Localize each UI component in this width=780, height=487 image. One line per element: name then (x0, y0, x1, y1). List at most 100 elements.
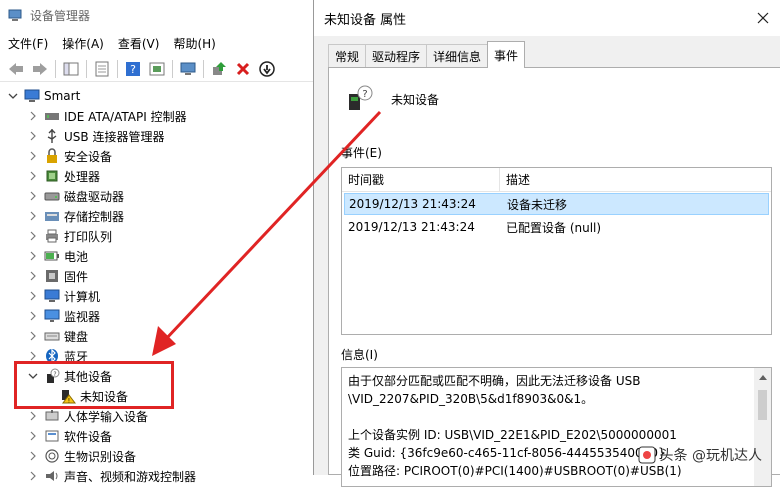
menu-action[interactable]: 操作(A) (62, 35, 104, 52)
chevron-right-icon[interactable] (26, 229, 40, 243)
device-header: ? 未知设备 (343, 84, 439, 114)
chevron-right-icon[interactable] (26, 249, 40, 263)
events-tab-panel: ? 未知设备 事件(E) 时间戳 描述 2019/12/13 21:43:24 … (328, 67, 780, 487)
tree-item-row[interactable]: 处理器 (26, 166, 100, 186)
column-header-description[interactable]: 描述 (500, 168, 530, 191)
show-hidden-icon[interactable] (147, 59, 167, 79)
chevron-right-icon[interactable] (26, 169, 40, 183)
ide-icon (44, 108, 60, 124)
tree-item-row[interactable]: 键盘 (26, 326, 88, 346)
back-arrow-icon[interactable] (6, 59, 26, 79)
tree-root-label: Smart (44, 89, 81, 103)
forward-arrow-icon[interactable] (30, 59, 50, 79)
tree-item-row[interactable]: USB 连接器管理器 (26, 126, 164, 146)
info-line: \VID_2207&PID_320B\5&d1f8903&0&1。 (348, 392, 594, 406)
chevron-right-icon[interactable] (26, 149, 40, 163)
tree-item-label: 声音、视频和游戏控制器 (64, 469, 197, 484)
event-description: 已配置设备 (null) (506, 220, 602, 235)
tree-item-label: 计算机 (64, 289, 101, 304)
svg-text:?: ? (362, 89, 367, 100)
chevron-down-icon[interactable] (6, 89, 20, 103)
chevron-right-icon[interactable] (26, 209, 40, 223)
uninstall-device-icon[interactable] (233, 59, 253, 79)
watermark: 头条 @玩机达人 (638, 445, 762, 465)
scroll-up-icon[interactable] (754, 368, 771, 385)
watermark-text: 头条 @玩机达人 (659, 448, 762, 464)
chevron-right-icon[interactable] (26, 109, 40, 123)
event-row[interactable]: 2019/12/13 21:43:24 设备未迁移 (344, 193, 769, 215)
events-table-header: 时间戳 描述 (342, 168, 771, 192)
tree-item-row[interactable]: 计算机 (26, 286, 100, 306)
tree-item-label: 监视器 (64, 309, 101, 324)
scroll-thumb[interactable] (758, 390, 767, 420)
tree-item-row[interactable]: 固件 (26, 266, 88, 286)
chevron-right-icon[interactable] (26, 189, 40, 203)
tree-item-label: 电池 (64, 249, 89, 264)
chevron-right-icon[interactable] (26, 409, 40, 423)
info-scrollbar[interactable] (754, 368, 771, 486)
event-row[interactable]: 2019/12/13 21:43:24 已配置设备 (null) (344, 216, 769, 238)
chevron-right-icon[interactable] (26, 469, 40, 483)
tab-details[interactable]: 详细信息 (426, 44, 489, 68)
tab-driver[interactable]: 驱动程序 (365, 44, 428, 68)
close-button[interactable] (752, 8, 774, 28)
info-line: 上个设备实例 ID: USB\VID_22E1&PID_E202\5000000… (348, 428, 677, 442)
tree-item-row[interactable]: 打印队列 (26, 226, 112, 246)
battery-icon (44, 248, 60, 264)
event-time: 2019/12/13 21:43:24 (349, 197, 476, 211)
toolbar-separator (55, 59, 56, 78)
tree-item-row[interactable]: 安全设备 (26, 146, 112, 166)
device-manager-app-icon (8, 9, 22, 21)
chevron-right-icon[interactable] (26, 309, 40, 323)
tree-item-row[interactable]: 电池 (26, 246, 88, 266)
scan-hardware-icon[interactable] (178, 59, 198, 79)
tree-item-label: 打印队列 (64, 229, 113, 244)
tab-general[interactable]: 常规 (328, 44, 367, 68)
tree-item-label: 存储控制器 (64, 209, 125, 224)
console-tree-icon[interactable] (61, 59, 81, 79)
chevron-right-icon[interactable] (26, 289, 40, 303)
help-icon[interactable]: ? (123, 59, 143, 79)
event-time: 2019/12/13 21:43:24 (348, 220, 475, 234)
tree-item-row[interactable]: 监视器 (26, 306, 100, 326)
tree-item-label: IDE ATA/ATAPI 控制器 (64, 109, 187, 124)
disable-device-icon[interactable] (257, 59, 277, 79)
security-device-icon (44, 148, 60, 164)
info-line: 由于仅部分匹配或匹配不明确，因此无法迁移设备 USB (348, 374, 641, 388)
chevron-right-icon[interactable] (26, 329, 40, 343)
menu-view[interactable]: 查看(V) (118, 35, 160, 52)
monitor-icon (44, 308, 60, 324)
chevron-right-icon[interactable] (26, 429, 40, 443)
tree-item-row[interactable]: 存储控制器 (26, 206, 124, 226)
tree-item-row[interactable]: IDE ATA/ATAPI 控制器 (26, 106, 187, 126)
close-icon (757, 12, 769, 24)
tree-root-row[interactable]: Smart (6, 86, 80, 106)
printer-icon (44, 228, 60, 244)
info-label: 信息(I) (341, 348, 378, 362)
chevron-right-icon[interactable] (26, 449, 40, 463)
properties-icon[interactable] (92, 59, 112, 79)
info-textbox[interactable]: 由于仅部分匹配或匹配不明确，因此无法迁移设备 USB \VID_2207&PID… (341, 367, 772, 487)
update-driver-icon[interactable] (209, 59, 229, 79)
toolbar-separator (117, 59, 118, 78)
menu-help[interactable]: 帮助(H) (173, 35, 215, 52)
column-header-timestamp[interactable]: 时间戳 (342, 168, 500, 191)
properties-dialog: 未知设备 属性 常规 驱动程序 详细信息 事件 ? 未知设备 事件(E) 时间戳… (313, 0, 780, 487)
tree-item-row[interactable]: 人体学输入设备 (26, 406, 148, 426)
events-table[interactable]: 时间戳 描述 2019/12/13 21:43:24 设备未迁移 2019/12… (341, 167, 772, 335)
tree-item-row[interactable]: 生物识别设备 (26, 446, 136, 466)
menu-file[interactable]: 文件(F) (8, 35, 48, 52)
chevron-right-icon[interactable] (26, 129, 40, 143)
tab-events[interactable]: 事件 (487, 41, 526, 68)
menubar: 文件(F) 操作(A) 查看(V) 帮助(H) (0, 30, 315, 56)
biometric-icon (44, 448, 60, 464)
firmware-icon (44, 268, 60, 284)
sound-icon (44, 468, 60, 484)
chevron-right-icon[interactable] (26, 269, 40, 283)
tree-item-row[interactable]: 软件设备 (26, 426, 112, 446)
tree-item-row[interactable]: 声音、视频和游戏控制器 (26, 466, 196, 486)
usb-icon (44, 128, 60, 144)
tree-item-row[interactable]: 磁盘驱动器 (26, 186, 124, 206)
toolbar-separator (203, 59, 204, 78)
tree-item-label: 固件 (64, 269, 89, 284)
